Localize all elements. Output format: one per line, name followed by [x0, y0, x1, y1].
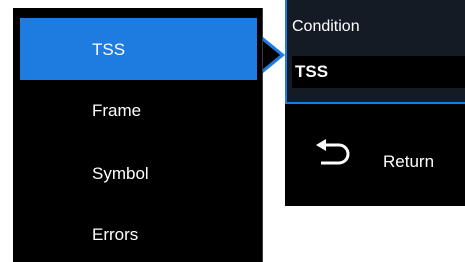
condition-value-field[interactable]: TSS [292, 56, 465, 88]
condition-label: Condition [292, 18, 360, 35]
return-button[interactable]: Return [285, 120, 465, 200]
condition-value: TSS [295, 62, 329, 81]
menu-item-label: Errors [92, 225, 139, 244]
menu-item-label: Frame [92, 101, 142, 120]
menu-item-label: TSS [92, 40, 126, 59]
screen: TSS Frame Symbol Errors Condition TSS Re… [0, 0, 465, 262]
menu-item-errors[interactable]: Errors [20, 202, 257, 262]
return-label: Return [383, 152, 435, 171]
menu-item-symbol[interactable]: Symbol [20, 141, 257, 203]
trigger-condition-menu: TSS Frame Symbol Errors [13, 8, 263, 262]
condition-panel: Condition TSS Return [285, 0, 465, 206]
menu-item-label: Symbol [92, 164, 149, 183]
condition-group: Condition TSS [285, 0, 465, 104]
return-arrow-icon [316, 139, 350, 165]
menu-item-frame[interactable]: Frame [20, 78, 257, 140]
menu-item-tss[interactable]: TSS [20, 18, 257, 80]
